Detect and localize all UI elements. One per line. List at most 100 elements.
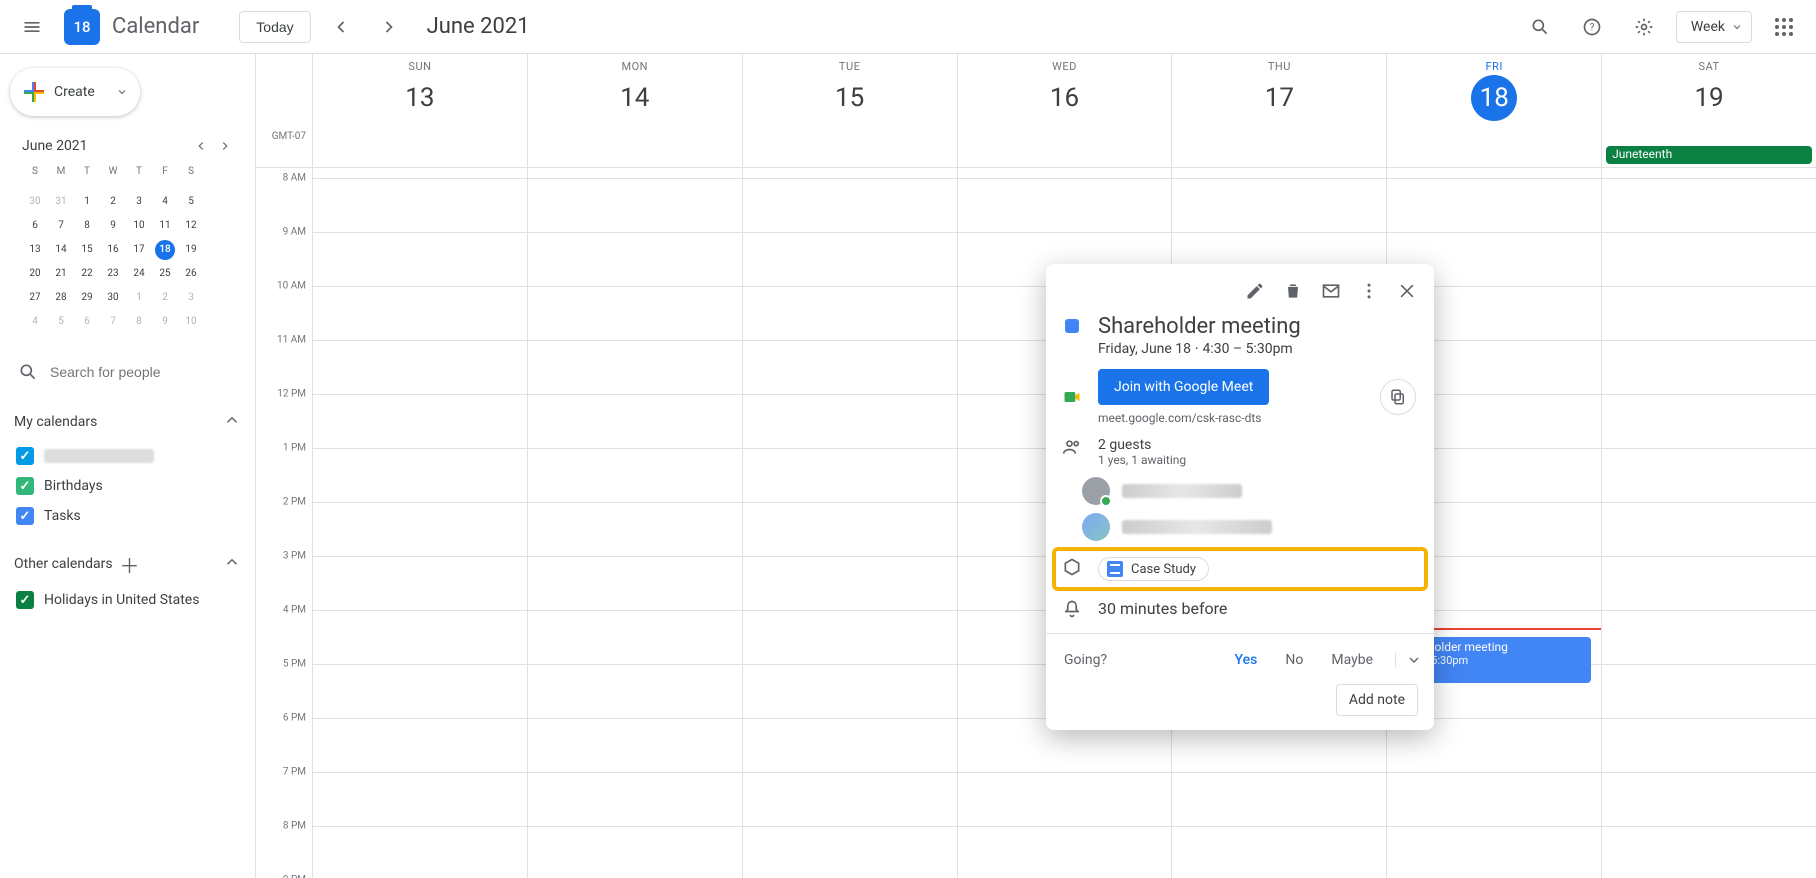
other-calendars-toggle[interactable]: Other calendars ＋ (14, 551, 241, 577)
calendar-item[interactable] (14, 443, 241, 469)
mini-cal-day[interactable]: 2 (155, 288, 175, 308)
mini-cal-day[interactable]: 13 (25, 240, 45, 260)
event-options-button[interactable] (1352, 274, 1386, 308)
mini-cal-day[interactable]: 3 (181, 288, 201, 308)
search-people[interactable] (14, 356, 241, 389)
day-column[interactable] (312, 168, 527, 878)
day-header-thu[interactable]: THU 17 (1171, 54, 1386, 144)
attachment-chip[interactable]: Case Study (1098, 557, 1209, 581)
rsvp-maybe-button[interactable]: Maybe (1321, 646, 1383, 674)
mini-cal-day[interactable]: 7 (51, 216, 71, 236)
rsvp-no-button[interactable]: No (1275, 646, 1313, 674)
create-button[interactable]: Create (10, 68, 140, 116)
guest-row[interactable] (1046, 473, 1434, 509)
next-week-button[interactable] (371, 9, 407, 45)
mini-cal-day[interactable]: 9 (103, 216, 123, 236)
allday-sat[interactable]: Juneteenth (1601, 144, 1816, 167)
mini-cal-day[interactable]: 14 (51, 240, 71, 260)
time-grid-viewport[interactable]: 8 AM9 AM10 AM11 AM12 PM1 PM2 PM3 PM4 PM5… (256, 168, 1816, 878)
mini-cal-day[interactable]: 5 (181, 192, 201, 212)
day-header-sun[interactable]: SUN 13 (312, 54, 527, 144)
mini-cal-day[interactable]: 21 (51, 264, 71, 284)
calendar-item[interactable]: Tasks (14, 503, 241, 529)
day-header-tue[interactable]: TUE 15 (742, 54, 957, 144)
mini-cal-day[interactable]: 4 (155, 192, 175, 212)
day-column[interactable] (527, 168, 742, 878)
mini-cal-day[interactable]: 10 (181, 312, 201, 332)
search-button[interactable] (1520, 7, 1560, 47)
mini-cal-day[interactable]: 26 (181, 264, 201, 284)
view-switcher[interactable]: Week (1676, 11, 1752, 43)
allday-thu[interactable] (1171, 144, 1386, 167)
calendar-checkbox[interactable] (16, 507, 34, 525)
support-button[interactable]: ? (1572, 7, 1612, 47)
calendar-item[interactable]: Birthdays (14, 473, 241, 499)
rsvp-yes-button[interactable]: Yes (1225, 646, 1268, 674)
search-people-input[interactable] (48, 363, 237, 381)
join-meet-button[interactable]: Join with Google Meet (1098, 369, 1269, 405)
allday-fri[interactable] (1386, 144, 1601, 167)
mini-cal-day[interactable]: 16 (103, 240, 123, 260)
mini-cal-day[interactable]: 11 (155, 216, 175, 236)
mini-cal-day[interactable]: 4 (25, 312, 45, 332)
mini-cal-day[interactable]: 9 (155, 312, 175, 332)
mini-cal-day[interactable]: 19 (181, 240, 201, 260)
mini-cal-day[interactable]: 10 (129, 216, 149, 236)
calendar-item[interactable]: Holidays in United States (14, 587, 241, 613)
mini-cal-day[interactable]: 23 (103, 264, 123, 284)
mini-cal-day[interactable]: 12 (181, 216, 201, 236)
delete-event-button[interactable] (1276, 274, 1310, 308)
close-popover-button[interactable] (1390, 274, 1424, 308)
prev-week-button[interactable] (323, 9, 359, 45)
settings-button[interactable] (1624, 7, 1664, 47)
calendar-checkbox[interactable] (16, 477, 34, 495)
allday-sun[interactable] (312, 144, 527, 167)
guest-row[interactable] (1046, 509, 1434, 545)
mini-cal-prev[interactable] (189, 134, 213, 158)
mini-cal-day[interactable]: 8 (77, 216, 97, 236)
mini-cal-day[interactable]: 30 (25, 192, 45, 212)
mini-cal-day[interactable]: 28 (51, 288, 71, 308)
mini-cal-day[interactable]: 24 (129, 264, 149, 284)
main-menu-button[interactable] (12, 7, 52, 47)
allday-mon[interactable] (527, 144, 742, 167)
mini-cal-day[interactable]: 31 (51, 192, 71, 212)
day-header-mon[interactable]: MON 14 (527, 54, 742, 144)
mini-cal-day[interactable]: 25 (155, 264, 175, 284)
mini-cal-day[interactable]: 2 (103, 192, 123, 212)
mini-cal-day[interactable]: 8 (129, 312, 149, 332)
add-note-button[interactable]: Add note (1336, 684, 1418, 716)
mini-cal-day[interactable]: 17 (129, 240, 149, 260)
day-header-fri[interactable]: FRI 18 (1386, 54, 1601, 144)
edit-event-button[interactable] (1238, 274, 1272, 308)
mini-cal-day[interactable]: 22 (77, 264, 97, 284)
mini-cal-day[interactable]: 7 (103, 312, 123, 332)
mini-cal-day[interactable]: 1 (77, 192, 97, 212)
today-button[interactable]: Today (239, 11, 310, 43)
day-header-sat[interactable]: SAT 19 (1601, 54, 1816, 144)
mini-cal-day[interactable]: 6 (25, 216, 45, 236)
mini-cal-grid[interactable]: SMTWTFS303112345678910111213141516171819… (22, 166, 237, 334)
mini-cal-day[interactable]: 3 (129, 192, 149, 212)
mini-cal-day[interactable]: 6 (77, 312, 97, 332)
google-apps-button[interactable] (1764, 7, 1804, 47)
allday-wed[interactable] (957, 144, 1172, 167)
day-column[interactable] (742, 168, 957, 878)
mini-cal-day[interactable]: 18 (155, 240, 175, 260)
mini-cal-day[interactable]: 29 (77, 288, 97, 308)
calendar-checkbox[interactable] (16, 591, 34, 609)
allday-event-juneteenth[interactable]: Juneteenth (1606, 146, 1812, 164)
mini-cal-day[interactable]: 1 (129, 288, 149, 308)
copy-meet-link-button[interactable] (1380, 379, 1416, 415)
day-header-wed[interactable]: WED 16 (957, 54, 1172, 144)
mini-cal-day[interactable]: 27 (25, 288, 45, 308)
rsvp-more-button[interactable] (1395, 652, 1422, 668)
add-other-calendar[interactable]: ＋ (117, 551, 143, 577)
mini-cal-day[interactable]: 20 (25, 264, 45, 284)
mini-cal-day[interactable]: 15 (77, 240, 97, 260)
email-guests-button[interactable] (1314, 274, 1348, 308)
my-calendars-toggle[interactable]: My calendars (14, 411, 241, 433)
day-column[interactable] (1601, 168, 1816, 878)
mini-cal-day[interactable]: 30 (103, 288, 123, 308)
allday-tue[interactable] (742, 144, 957, 167)
